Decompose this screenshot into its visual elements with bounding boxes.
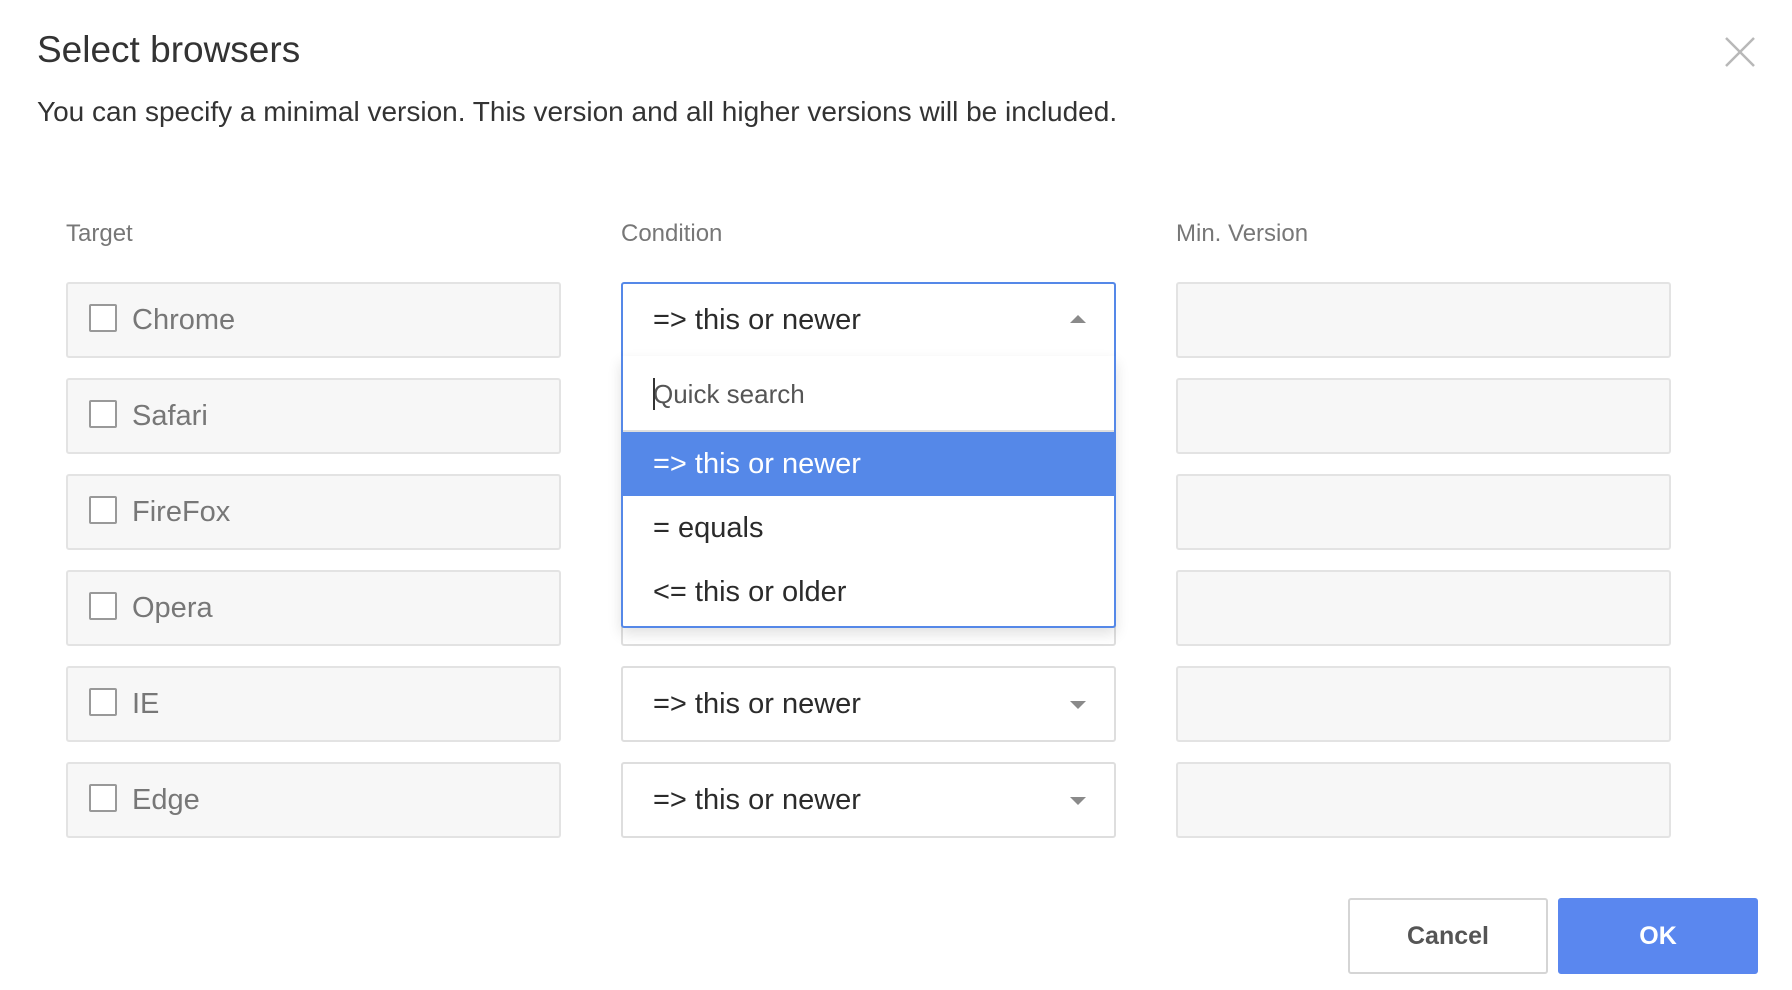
option-label: => this or newer xyxy=(653,448,861,480)
target-row-ie: IE xyxy=(66,666,561,742)
checkbox-safari[interactable] xyxy=(89,400,117,428)
browser-label-edge: Edge xyxy=(132,784,200,816)
condition-value-chrome: => this or newer xyxy=(653,304,861,336)
ok-button[interactable]: OK xyxy=(1558,898,1758,974)
select-browsers-dialog: Select browsers You can specify a minima… xyxy=(0,0,1792,990)
dialog-title: Select browsers xyxy=(37,29,301,70)
dropdown-option-this-or-newer[interactable]: => this or newer xyxy=(623,432,1114,496)
min-version-input-ie[interactable] xyxy=(1176,666,1671,742)
condition-value-ie: => this or newer xyxy=(653,688,861,720)
min-version-input-firefox[interactable] xyxy=(1176,474,1671,550)
min-version-input-opera[interactable] xyxy=(1176,570,1671,646)
target-row-opera: Opera xyxy=(66,570,561,646)
dialog-subtitle: You can specify a minimal version. This … xyxy=(37,96,1118,127)
text-cursor xyxy=(653,378,655,410)
browser-label-ie: IE xyxy=(132,688,160,720)
checkbox-firefox[interactable] xyxy=(89,496,117,524)
chevron-down-icon xyxy=(1070,701,1086,709)
condition-select-chrome[interactable]: => this or newer xyxy=(621,282,1116,358)
browser-label-opera: Opera xyxy=(132,592,213,624)
checkbox-chrome[interactable] xyxy=(89,304,117,332)
option-label: = equals xyxy=(653,512,764,544)
condition-value-edge: => this or newer xyxy=(653,784,861,816)
condition-dropdown-menu: => this or newer = equals <= this or old… xyxy=(621,356,1116,628)
min-version-input-safari[interactable] xyxy=(1176,378,1671,454)
checkbox-edge[interactable] xyxy=(89,784,117,812)
quick-search-box xyxy=(623,356,1114,432)
chevron-down-icon xyxy=(1070,797,1086,805)
browser-label-safari: Safari xyxy=(132,400,208,432)
dropdown-option-equals[interactable]: = equals xyxy=(623,496,1114,560)
column-header-condition: Condition xyxy=(621,220,723,247)
option-label: <= this or older xyxy=(653,576,847,608)
cancel-button[interactable]: Cancel xyxy=(1348,898,1548,974)
dropdown-option-this-or-older[interactable]: <= this or older xyxy=(623,560,1114,624)
browser-label-firefox: FireFox xyxy=(132,496,231,528)
checkbox-opera[interactable] xyxy=(89,592,117,620)
close-icon[interactable] xyxy=(1722,34,1758,70)
target-row-safari: Safari xyxy=(66,378,561,454)
condition-select-ie[interactable]: => this or newer xyxy=(621,666,1116,742)
min-version-input-chrome[interactable] xyxy=(1176,282,1671,358)
target-row-chrome: Chrome xyxy=(66,282,561,358)
condition-select-edge[interactable]: => this or newer xyxy=(621,762,1116,838)
caret-up-icon xyxy=(1070,315,1086,323)
target-row-firefox: FireFox xyxy=(66,474,561,550)
column-header-min-version: Min. Version xyxy=(1176,220,1309,247)
browser-label-chrome: Chrome xyxy=(132,304,236,336)
target-row-edge: Edge xyxy=(66,762,561,838)
column-header-target: Target xyxy=(66,220,133,247)
checkbox-ie[interactable] xyxy=(89,688,117,716)
quick-search-input[interactable] xyxy=(653,376,1083,412)
min-version-input-edge[interactable] xyxy=(1176,762,1671,838)
